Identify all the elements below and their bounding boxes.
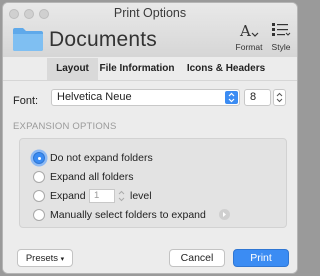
style-button[interactable]: Style (266, 21, 296, 52)
level-label: level (130, 190, 152, 202)
format-button[interactable]: A Format (233, 21, 265, 52)
stepper-arrows-icon (118, 190, 125, 202)
tab-bar: Layout File Information Icons & Headers (3, 58, 297, 81)
level-field[interactable]: 1 (89, 189, 115, 203)
option-manual-select[interactable]: Manually select folders to expand (33, 208, 233, 222)
level-stepper[interactable] (117, 189, 126, 203)
format-icon: A (239, 22, 259, 40)
cancel-button[interactable]: Cancel (169, 249, 225, 267)
expansion-options-heading: EXPANSION OPTIONS (13, 121, 117, 132)
arrow-right-icon[interactable] (219, 209, 230, 220)
folder-icon (12, 26, 44, 57)
font-size-stepper[interactable] (273, 89, 286, 106)
option-label: Do not expand folders (50, 152, 153, 164)
style-list-icon (272, 23, 291, 36)
print-button[interactable]: Print (233, 249, 289, 267)
option-label: Expand all folders (50, 171, 134, 183)
tab-icons-headers[interactable]: Icons & Headers (176, 58, 276, 80)
font-label: Font: (13, 95, 39, 107)
layout-panel: Font: Helvetica Neue 8 EXPANSION OPTIONS… (3, 81, 297, 273)
style-label: Style (271, 42, 291, 52)
window-title: Print Options (113, 6, 187, 20)
expansion-options-box: Do not expand folders Expand all folders… (19, 138, 287, 228)
chevron-down-icon: ▾ (60, 256, 65, 263)
radio-selected[interactable] (33, 152, 45, 164)
print-options-window: Print Options Documents A Format Style L… (3, 3, 297, 273)
radio-button[interactable] (33, 190, 45, 202)
svg-text:A: A (239, 22, 251, 39)
option-expand-level[interactable]: Expand 1 level (33, 189, 183, 203)
tab-file-information[interactable]: File Information (99, 58, 175, 80)
font-value: Helvetica Neue (57, 91, 132, 103)
option-label: Expand (50, 190, 86, 202)
presets-label: Presets (25, 253, 59, 264)
format-label: Format (235, 42, 263, 52)
radio-button[interactable] (33, 171, 45, 183)
presets-button[interactable]: Presets ▾ (17, 249, 73, 267)
option-label: Manually select folders to expand (50, 209, 206, 221)
radio-button[interactable] (33, 209, 45, 221)
document-name: Documents (49, 28, 158, 51)
tab-layout[interactable]: Layout (47, 58, 98, 80)
font-size-field[interactable]: 8 (244, 89, 271, 106)
stepper-arrows-icon (276, 92, 283, 103)
font-popup[interactable]: Helvetica Neue (51, 89, 240, 106)
title-bar: Print Options Documents A Format Style (3, 3, 297, 57)
popup-arrows-icon (225, 91, 238, 104)
